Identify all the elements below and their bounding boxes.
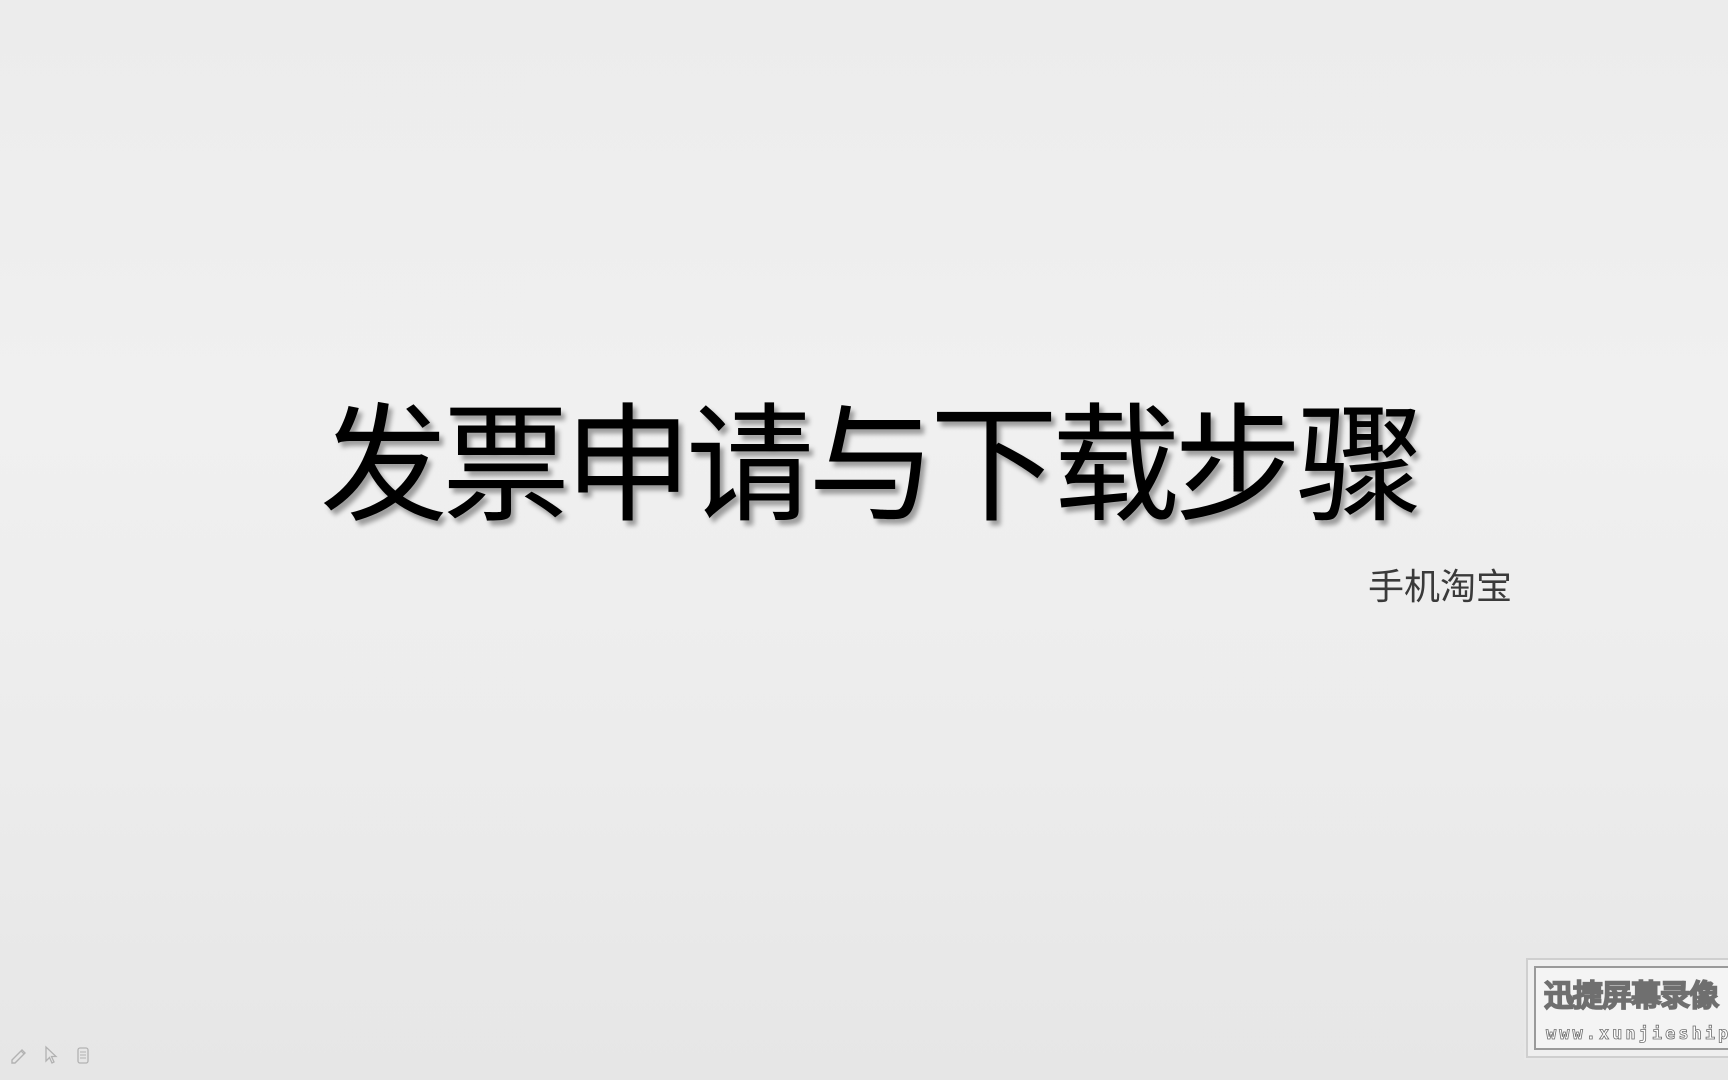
pointer-icon <box>45 1045 58 1064</box>
pointer-tool-button[interactable] <box>40 1044 62 1066</box>
watermark-app-name: 迅捷屏幕录像 <box>1543 979 1720 1015</box>
slide-title: 发票申请与下载步骤 <box>320 392 1424 541</box>
pen-icon <box>11 1049 26 1064</box>
slide-subtitle: 手机淘宝 <box>1368 567 1513 608</box>
recorder-watermark: 迅捷屏幕录像 www.xunjieshipin <box>1524 956 1728 1060</box>
pen-tool-button[interactable] <box>8 1044 30 1066</box>
watermark-url: www.xunjieshipin <box>1546 1024 1728 1045</box>
presentation-slide: 发票申请与下载步骤 手机淘宝 <box>0 0 1728 1080</box>
slides-tool-button[interactable] <box>72 1044 94 1066</box>
slides-icon <box>77 1047 89 1064</box>
presenter-toolbar <box>8 1044 94 1066</box>
